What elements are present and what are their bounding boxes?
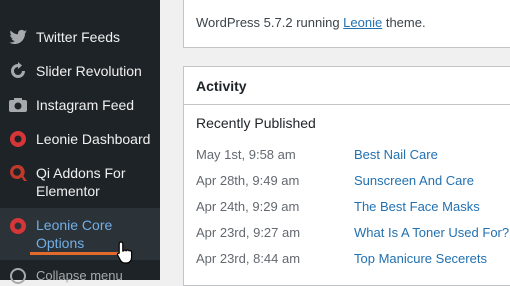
post-date: Apr 23rd, 8:44 am — [196, 251, 301, 266]
sidebar-item-label: Slider Revolution — [36, 63, 142, 79]
post-link[interactable]: Best Nail Care — [354, 147, 438, 162]
sidebar-item-label: Leonie Core Options — [36, 217, 113, 251]
list-item: Apr 23rd, 9:27 am What Is A Toner Used F… — [196, 225, 510, 243]
version-info: WordPress 5.7.2 running Leonie theme. — [196, 15, 426, 30]
collapse-menu-button[interactable]: Collapse menu — [0, 266, 160, 286]
sidebar-item-label: Instagram Feed — [36, 97, 135, 113]
list-item: May 1st, 9:58 am Best Nail Care — [196, 147, 510, 165]
admin-sidebar: Twitter Feeds Slider Revolution Instagra… — [0, 0, 160, 284]
sidebar-item-slider-revolution[interactable]: Slider Revolution — [0, 61, 160, 81]
slider-revolution-icon — [8, 61, 28, 81]
sidebar-item-label: Leonie Dashboard — [36, 131, 151, 147]
collapse-menu-label: Collapse menu — [36, 268, 123, 283]
list-item: Apr 23rd, 8:44 am Top Manicure Secerets — [196, 251, 510, 269]
sidebar-item-instagram-feed[interactable]: Instagram Feed — [0, 95, 160, 115]
at-a-glance-panel: WordPress 5.7.2 running Leonie theme. — [183, 0, 510, 48]
qi-icon — [8, 163, 28, 183]
sidebar-item-top-partial[interactable] — [8, 0, 28, 4]
version-text: WordPress 5.7.2 running — [196, 15, 344, 30]
list-item: Apr 28th, 9:49 am Sunscreen And Care — [196, 173, 510, 191]
sidebar-item-twitter-feeds[interactable]: Twitter Feeds — [0, 27, 160, 47]
post-date: Apr 23rd, 9:27 am — [196, 225, 301, 240]
twitter-icon — [8, 27, 28, 47]
highlight-underline — [30, 252, 120, 255]
sidebar-item-label: Qi Addons For Elementor — [36, 165, 126, 199]
theme-link[interactable]: Leonie — [343, 15, 382, 30]
list-item: Apr 24th, 9:29 am The Best Face Masks — [196, 199, 510, 217]
sidebar-item-leonie-dashboard[interactable]: Leonie Dashboard — [0, 129, 160, 149]
post-date: Apr 28th, 9:49 am — [196, 173, 300, 188]
recently-published-heading: Recently Published — [196, 115, 316, 131]
activity-header[interactable]: Activity — [184, 67, 510, 105]
post-link[interactable]: Sunscreen And Care — [354, 173, 474, 188]
post-date: Apr 24th, 9:29 am — [196, 199, 300, 214]
sidebar-item-label: Twitter Feeds — [36, 29, 121, 45]
activity-panel: Activity Recently Published May 1st, 9:5… — [183, 66, 510, 286]
collapse-icon — [10, 268, 26, 284]
hand-cursor-icon — [116, 241, 133, 264]
sidebar-item-qi-addons[interactable]: Qi Addons For Elementor — [0, 163, 160, 203]
leonie-icon — [8, 129, 28, 149]
leonie-icon — [8, 216, 28, 236]
post-link[interactable]: Top Manicure Secerets — [354, 251, 487, 266]
activity-title: Activity — [196, 78, 247, 94]
camera-icon — [8, 95, 28, 115]
post-link[interactable]: The Best Face Masks — [354, 199, 480, 214]
post-link[interactable]: What Is A Toner Used For? — [354, 225, 509, 240]
version-suffix: theme. — [382, 15, 426, 30]
post-date: May 1st, 9:58 am — [196, 147, 296, 162]
